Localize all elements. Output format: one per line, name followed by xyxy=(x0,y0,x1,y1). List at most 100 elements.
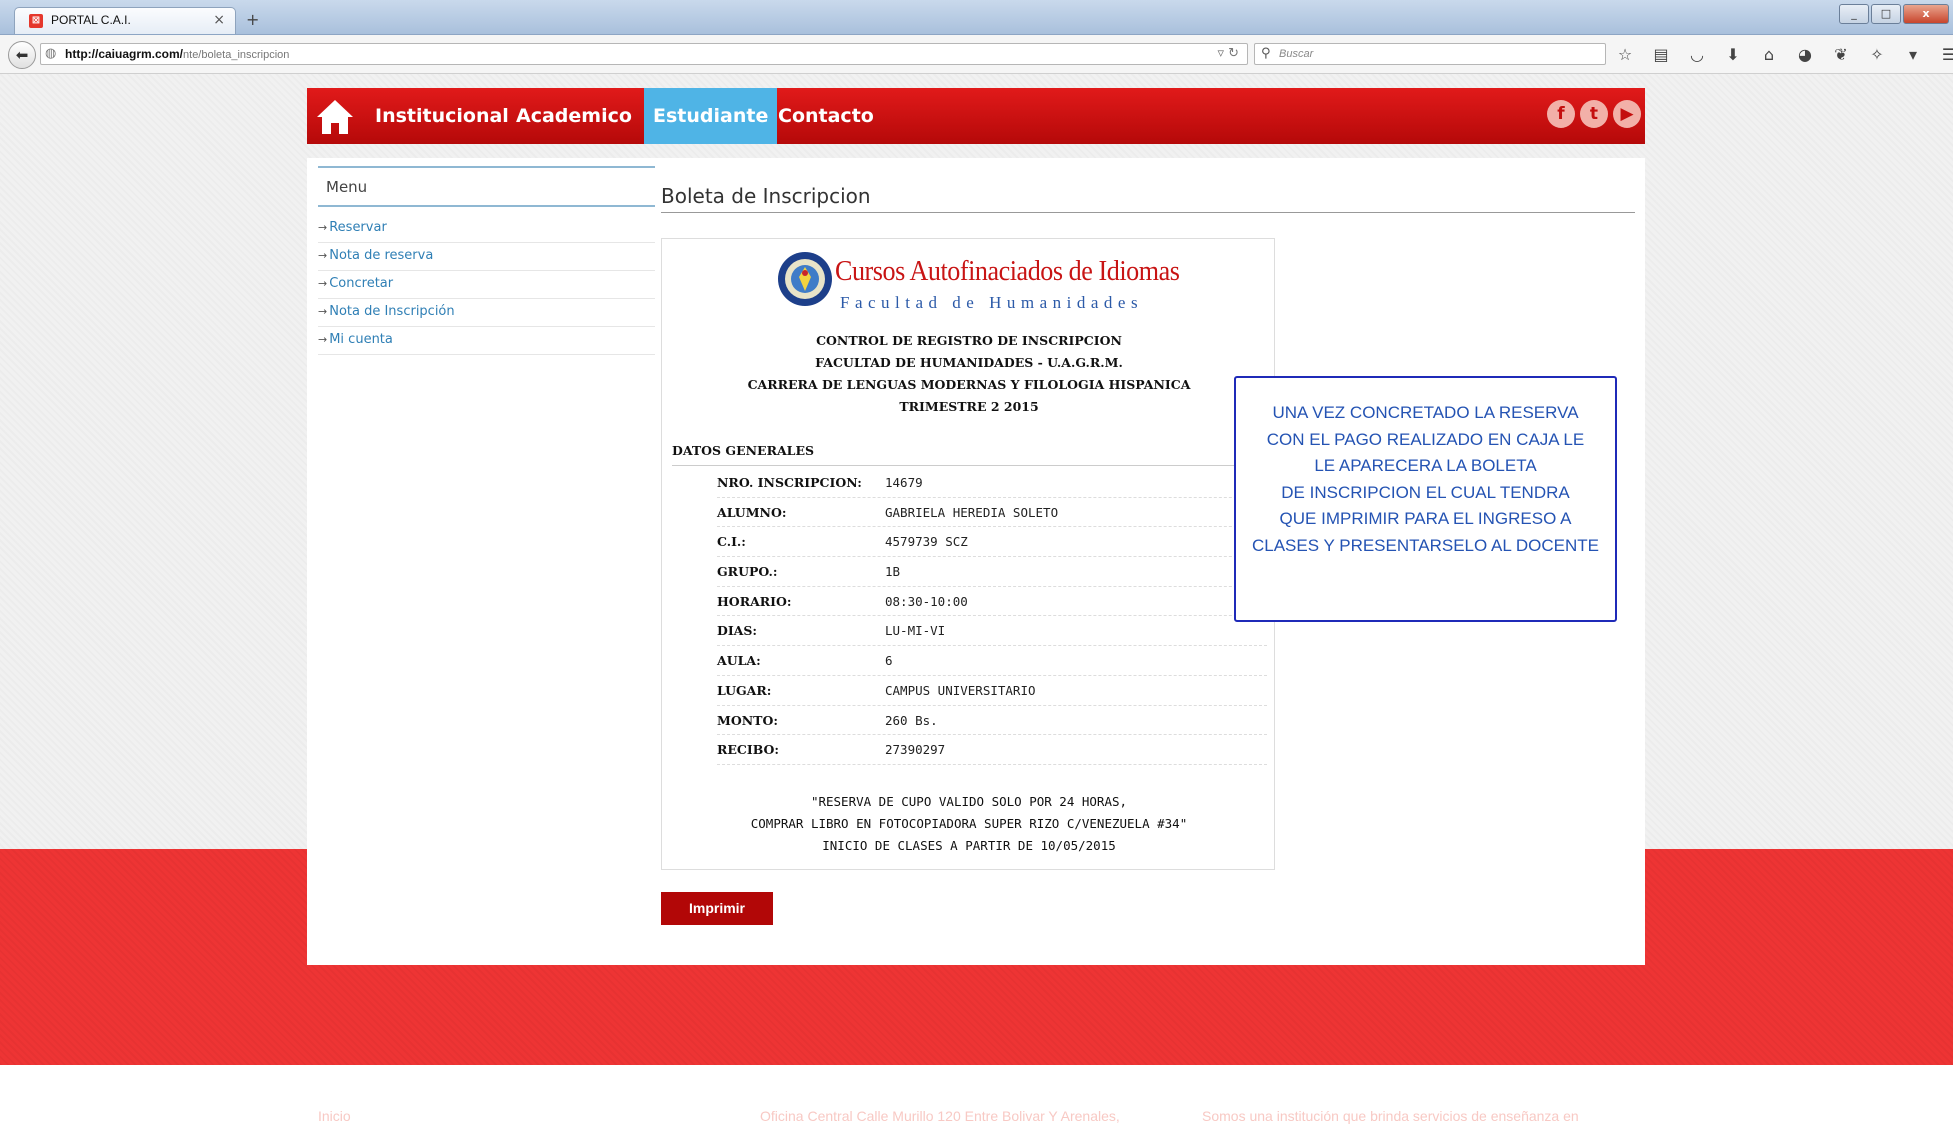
nav-academico[interactable]: Academico xyxy=(507,88,641,144)
receipt-header-line: TRIMESTRE 2 2015 xyxy=(899,399,1039,414)
site-navigation: Institucional Academico Estudiante Conta… xyxy=(307,88,1645,144)
menu-icon[interactable]: ☰ xyxy=(1938,45,1953,64)
receipt-header: CONTROL DE REGISTRO DE INSCRIPCION FACUL… xyxy=(662,330,1276,418)
print-button[interactable]: Imprimir xyxy=(661,892,773,925)
sidebar-item-label: Concretar xyxy=(329,276,394,291)
globe-icon: ◍ xyxy=(45,46,57,61)
section-title: DATOS GENERALES xyxy=(672,443,1267,466)
field-value: GABRIELA HEREDIA SOLETO xyxy=(885,504,1059,520)
sidebar-item-reservar[interactable]: → Reservar xyxy=(318,215,655,243)
note-line: INICIO DE CLASES A PARTIR DE 10/05/2015 xyxy=(822,838,1116,853)
footer-link-inicio[interactable]: Inicio xyxy=(318,1108,389,1124)
tab-title: PORTAL C.A.I. xyxy=(51,13,131,27)
sidebar-menu: → Reservar → Nota de reserva → Concretar → N… xyxy=(318,215,655,355)
callout-line: UNA VEZ CONCRETADO LA RESERVA xyxy=(1272,403,1579,422)
arrow-icon: → xyxy=(318,333,328,346)
browser-tab[interactable]: ⊠ PORTAL C.A.I. × xyxy=(14,7,236,34)
sidebar-item-label: Nota de Inscripción xyxy=(329,304,455,319)
page-title: Boleta de Inscripcion xyxy=(661,180,1635,213)
field-label: MONTO: xyxy=(717,712,778,728)
receipt-header-line: FACULTAD DE HUMANIDADES - U.A.G.R.M. xyxy=(815,355,1123,370)
search-placeholder: Buscar xyxy=(1279,48,1314,60)
url-display: http://caiuagrm.com/nte/boleta_inscripci… xyxy=(65,47,289,61)
note-line: COMPRAR LIBRO EN FOTOCOPIADORA SUPER RIZ… xyxy=(750,816,1188,831)
minimize-button[interactable]: _ xyxy=(1839,4,1869,24)
twitter-icon[interactable]: t xyxy=(1580,100,1608,128)
field-row: RECIBO: 27390297 xyxy=(717,735,1267,765)
field-value: 14679 xyxy=(885,475,923,490)
footer-menu-column: Menu Inicio xyxy=(318,1070,389,1124)
receipt-header-line: CARRERA DE LENGUAS MODERNAS Y FILOLOGIA … xyxy=(747,377,1191,392)
social-links: f t ▶ xyxy=(1547,100,1641,128)
field-row: NRO. INSCRIPCION: 14679 xyxy=(717,468,1267,498)
field-label: C.I.: xyxy=(717,534,746,550)
field-value: 6 xyxy=(885,653,893,669)
search-bar[interactable]: ⚲ Buscar xyxy=(1254,43,1606,65)
facebook-icon[interactable]: f xyxy=(1547,100,1575,128)
footer-contact-title: Contactenos xyxy=(760,1070,922,1096)
close-window-button[interactable]: x xyxy=(1903,4,1949,24)
arrow-icon: → xyxy=(318,277,328,290)
footer-about-title: Acerca de Nosotros xyxy=(1202,1070,1454,1096)
receipt-header-line: CONTROL DE REGISTRO DE INSCRIPCION xyxy=(816,333,1122,348)
chat-icon[interactable]: ◕ xyxy=(1794,45,1816,64)
reading-list-icon[interactable]: ▤ xyxy=(1650,45,1672,64)
note-line: "RESERVA DE CUPO VALIDO SOLO POR 24 HORA… xyxy=(810,794,1128,809)
sidebar-item-label: Reservar xyxy=(329,220,387,235)
sidebar-item-nota-reserva[interactable]: → Nota de reserva xyxy=(318,243,655,271)
extension-icon[interactable]: ❦ xyxy=(1830,45,1852,64)
annotation-callout: UNA VEZ CONCRETADO LA RESERVA CON EL PAG… xyxy=(1234,376,1617,622)
field-label: ALUMNO: xyxy=(717,504,787,520)
search-icon: ⚲ xyxy=(1261,46,1271,61)
browser-toolbar: ⬅ ◍ http://caiuagrm.com/nte/boleta_inscr… xyxy=(0,35,1953,74)
callout-line: DE INSCRIPCION EL CUAL TENDRA xyxy=(1281,482,1570,502)
reload-icon[interactable]: ▿ ↻ xyxy=(1217,46,1239,61)
dropdown-icon[interactable]: ▾ xyxy=(1902,45,1924,64)
field-row: HORARIO: 08:30-10:00 xyxy=(717,587,1267,617)
house-icon xyxy=(317,100,353,134)
footer-contact-column: Contactenos Oficina Central Calle Murill… xyxy=(760,1070,1120,1124)
receipt-fields: NRO. INSCRIPCION: 14679 ALUMNO: GABRIELA H… xyxy=(717,468,1267,765)
page-title-text: Boleta de Inscripcion xyxy=(661,184,871,208)
field-row: DIAS: LU-MI-VI xyxy=(717,616,1267,647)
sidebar-item-concretar[interactable]: → Concretar xyxy=(318,271,655,299)
field-row: LUGAR: CAMPUS UNIVERSITARIO xyxy=(717,676,1267,706)
field-row: AULA: 6 xyxy=(717,646,1267,676)
field-row: C.I.: 4579739 SCZ xyxy=(717,527,1267,558)
pocket-icon[interactable]: ◡ xyxy=(1686,45,1708,64)
field-value: 08:30-10:00 xyxy=(885,593,968,609)
nav-institucional[interactable]: Institucional xyxy=(375,88,509,144)
youtube-icon[interactable]: ▶ xyxy=(1613,100,1641,128)
address-bar[interactable]: ◍ http://caiuagrm.com/nte/boleta_inscrip… xyxy=(40,43,1248,65)
sidebar-item-nota-inscripcion[interactable]: → Nota de Inscripción xyxy=(318,299,655,327)
sidebar-item-mi-cuenta[interactable]: → Mi cuenta xyxy=(318,327,655,355)
sidebar-item-label: Nota de reserva xyxy=(329,248,434,263)
addon-icon[interactable]: ✧ xyxy=(1866,45,1888,64)
home-button[interactable] xyxy=(307,88,363,144)
url-text: http://caiuagrm.com/ xyxy=(65,47,184,61)
callout-line: LE APARECERA LA BOLETA xyxy=(1314,456,1537,475)
bookmark-star-icon[interactable]: ☆ xyxy=(1614,45,1636,64)
home-icon[interactable]: ⌂ xyxy=(1758,45,1780,64)
new-tab-button[interactable]: + xyxy=(246,10,259,29)
university-seal-icon xyxy=(778,252,832,306)
sidebar-item-label: Mi cuenta xyxy=(329,332,393,347)
nav-contacto[interactable]: Contacto xyxy=(778,88,874,144)
sidebar-title: Menu xyxy=(326,178,368,196)
footer-contact-text: Oficina Central Calle Murillo 120 Entre … xyxy=(760,1108,1120,1124)
registration-receipt: Cursos Autofinaciados de Idiomas Faculta… xyxy=(661,238,1275,870)
field-label: LUGAR: xyxy=(717,682,772,698)
field-label: RECIBO: xyxy=(717,742,780,758)
back-button[interactable]: ⬅ xyxy=(8,41,36,69)
browser-titlebar: ⊠ PORTAL C.A.I. × + _ □ x xyxy=(0,0,1953,35)
sidebar-header: Menu xyxy=(318,166,655,207)
tab-close-icon[interactable]: × xyxy=(213,12,225,28)
maximize-button[interactable]: □ xyxy=(1871,4,1901,24)
field-label: AULA: xyxy=(717,653,761,669)
field-value: LU-MI-VI xyxy=(885,623,946,639)
field-label: GRUPO.: xyxy=(717,564,778,580)
field-value: 260 Bs. xyxy=(885,712,938,728)
page-background: Institucional Academico Estudiante Conta… xyxy=(0,74,1953,1124)
nav-estudiante[interactable]: Estudiante xyxy=(644,88,778,144)
download-icon[interactable]: ⬇ xyxy=(1722,45,1744,64)
